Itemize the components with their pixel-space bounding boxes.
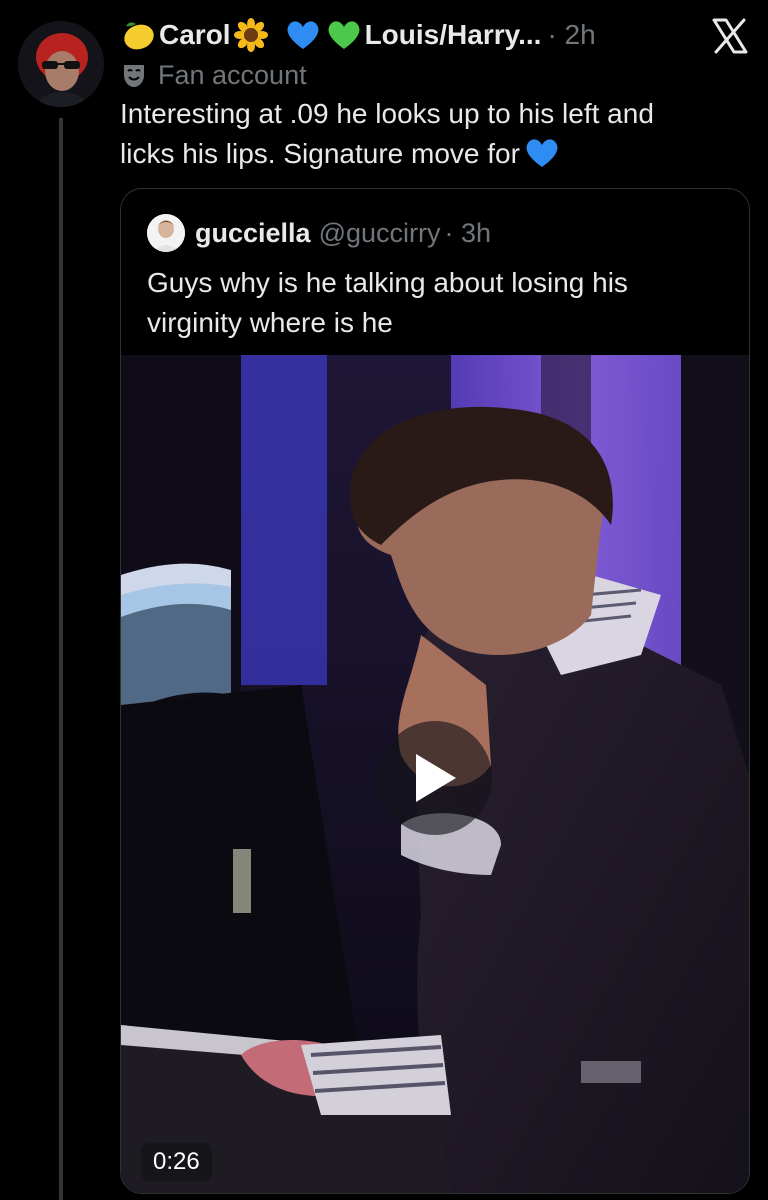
tweet-text-line: Interesting at .09 he looks up to his le… [120,98,654,129]
tweet-header: Carol Louis/Harry... · 2h [120,14,698,56]
quoted-text-line: Guys why is he talking about losing his [147,267,628,298]
fan-mask-icon [120,61,148,89]
quoted-author-handle[interactable]: @guccirry [319,218,441,249]
author-avatar[interactable] [18,21,104,107]
x-logo-icon[interactable] [708,14,752,58]
quoted-tweet-timestamp[interactable]: · 3h [444,218,491,249]
play-button[interactable] [378,721,492,835]
lemon-icon [120,18,156,52]
quoted-tweet-header: gucciella @guccirry · 3h [147,213,491,253]
quoted-text-line: virginity where is he [147,307,393,338]
quoted-tweet-card[interactable]: gucciella @guccirry · 3h Guys why is he … [120,188,750,1194]
author-avatar-image [18,21,104,107]
tweet-body: Interesting at .09 he looks up to his le… [120,94,740,180]
tweet-timestamp[interactable]: · 2h [547,19,595,51]
play-icon [416,754,456,802]
account-label-text: Fan account [158,59,307,90]
sunflower-icon [233,18,268,52]
account-label: Fan account [120,56,307,94]
quoted-author-name[interactable]: gucciella [195,218,311,249]
video-duration-badge: 0:26 [141,1143,212,1181]
tweet-text-line: licks his lips. Signature move for [120,138,520,169]
author-display-suffix[interactable]: Louis/Harry... [365,19,542,51]
blue-heart-icon [524,137,560,180]
video-player[interactable]: 0:26 [121,355,749,1193]
thread-connector-line [59,118,63,1200]
author-name[interactable]: Carol [159,19,231,51]
tweet-text-line-wrap: licks his lips. Signature move for [120,134,740,180]
quoted-author-avatar[interactable] [147,214,185,252]
green-heart-icon [326,19,362,51]
blue-heart-icon [285,19,321,51]
quoted-tweet-body: Guys why is he talking about losing his … [147,263,727,343]
